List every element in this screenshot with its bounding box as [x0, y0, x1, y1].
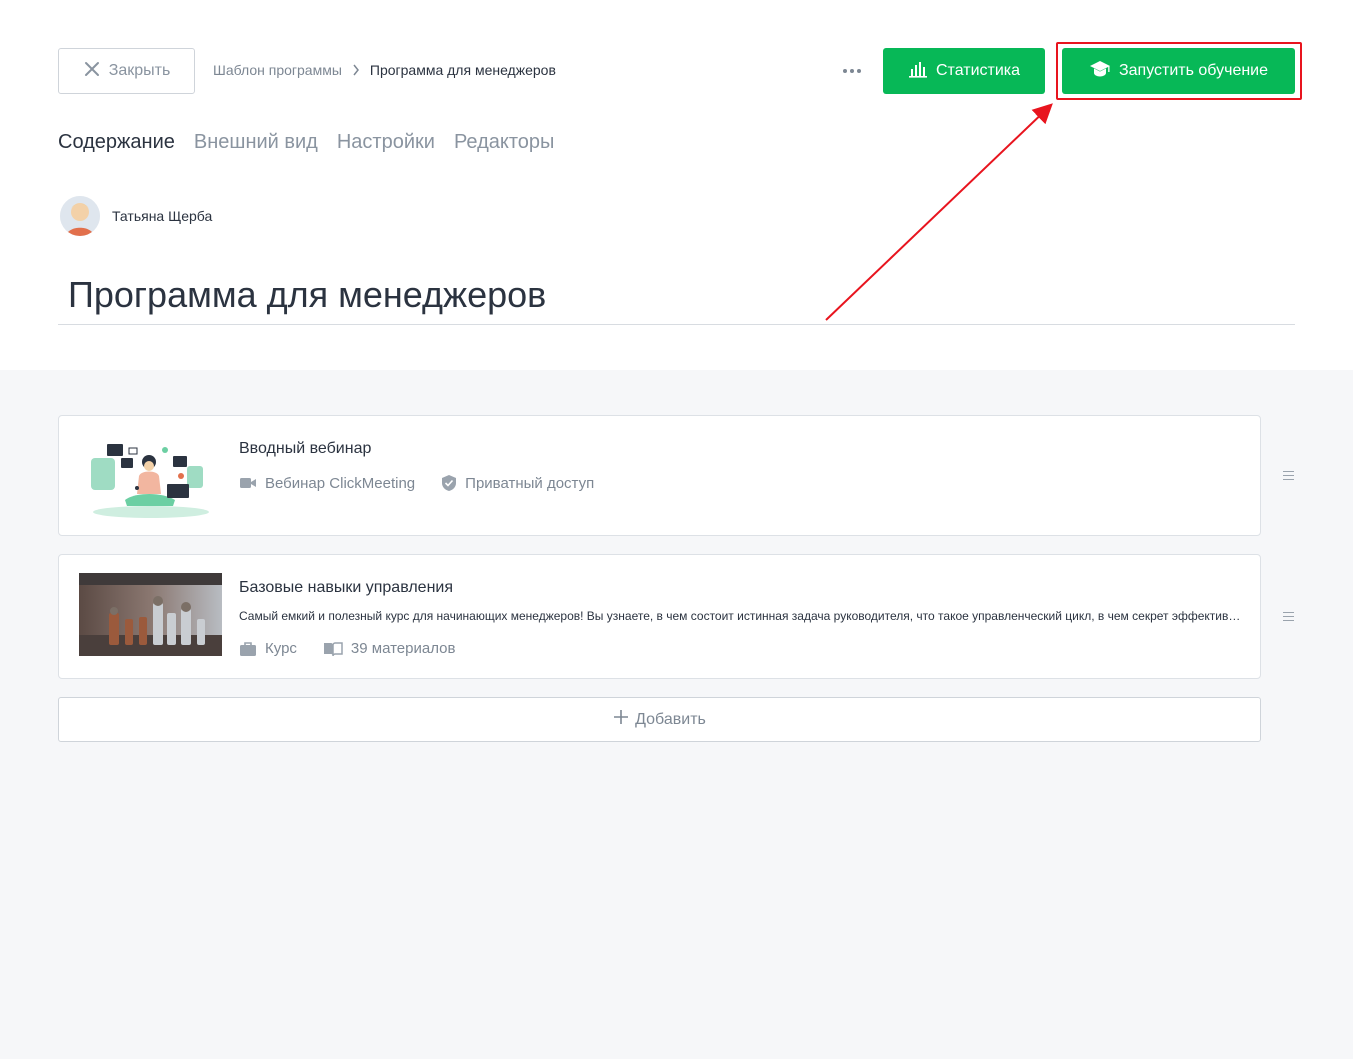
tab-appearance[interactable]: Внешний вид	[194, 131, 318, 154]
program-item-card[interactable]: Вводный вебинар Вебинар ClickMeeting При…	[58, 415, 1261, 536]
drag-handle-icon[interactable]	[1283, 471, 1297, 480]
breadcrumb: Шаблон программы Программа для менеджеро…	[213, 62, 556, 78]
chevron-right-icon	[352, 64, 360, 76]
add-item-button[interactable]: Добавить	[58, 697, 1261, 742]
video-camera-icon	[239, 476, 257, 490]
breadcrumb-current: Программа для менеджеров	[369, 62, 556, 78]
author-name: Татьяна Щерба	[112, 208, 213, 224]
item-meta: Вебинар ClickMeeting Приватный доступ	[239, 474, 594, 492]
tab-content[interactable]: Содержание	[58, 131, 175, 154]
more-options-button[interactable]	[836, 60, 868, 82]
program-title[interactable]: Программа для менеджеров	[58, 272, 1295, 325]
add-item-label: Добавить	[635, 710, 706, 728]
launch-training-label: Запустить обучение	[1118, 62, 1269, 79]
webinar-illustration-thumbnail	[79, 436, 222, 519]
item-title[interactable]: Базовые навыки управления	[239, 579, 453, 597]
statistics-button-label: Статистика	[935, 62, 1021, 79]
graduation-cap-icon	[1089, 60, 1111, 83]
book-icon	[323, 641, 343, 657]
item-type: Курс	[265, 640, 297, 657]
briefcase-icon	[239, 641, 257, 657]
plus-icon	[613, 709, 629, 730]
shield-check-icon	[441, 474, 457, 492]
item-description: Самый емкий и полезный курс для начинающ…	[239, 609, 1245, 623]
more-dots-icon	[843, 69, 847, 73]
launch-training-button[interactable]: Запустить обучение	[1062, 48, 1295, 94]
item-type: Вебинар ClickMeeting	[265, 474, 416, 492]
close-icon	[83, 60, 101, 83]
breadcrumb-parent-link[interactable]: Шаблон программы	[213, 62, 342, 78]
tab-editors[interactable]: Редакторы	[454, 131, 554, 154]
item-access: Приватный доступ	[465, 474, 595, 492]
statistics-button[interactable]: Статистика	[883, 48, 1045, 94]
tabs: Содержание Внешний вид Настройки Редакто…	[58, 131, 554, 154]
author: Татьяна Щерба	[60, 196, 212, 236]
program-item-card[interactable]: Базовые навыки управления Самый емкий и …	[58, 554, 1261, 679]
avatar[interactable]	[60, 196, 100, 236]
bar-chart-icon	[908, 60, 928, 83]
item-meta: Курс 39 материалов	[239, 640, 455, 657]
drag-handle-icon[interactable]	[1283, 612, 1297, 621]
close-button[interactable]: Закрыть	[58, 48, 195, 94]
chess-image-thumbnail	[79, 573, 222, 656]
item-materials-count: 39 материалов	[350, 640, 456, 657]
item-title[interactable]: Вводный вебинар	[239, 440, 371, 458]
close-button-label: Закрыть	[108, 62, 171, 79]
tab-settings[interactable]: Настройки	[337, 131, 435, 154]
